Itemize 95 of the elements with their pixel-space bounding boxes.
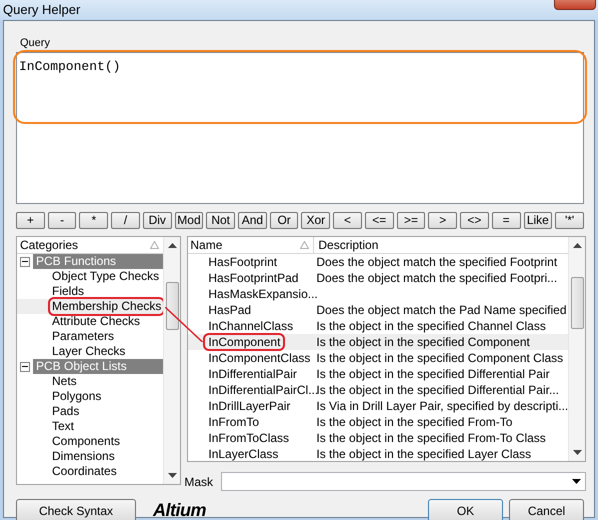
table-cell-text: InDrillLayerPair: [207, 399, 292, 413]
table-row[interactable]: InChannelClass Is the object in the specified Channel Class: [188, 318, 568, 334]
check-syntax-button[interactable]: Check Syntax: [16, 499, 136, 520]
table-cell: Is the object in the specified Channel Class: [316, 319, 546, 333]
table-row[interactable]: HasMaskExpansio...: [188, 286, 568, 302]
table-cell: Does the object match the specified Footpri...: [316, 271, 558, 285]
mask-label: Mask: [184, 474, 214, 490]
query-field[interactable]: InComponent(): [16, 52, 584, 204]
table-cell: Is the object in the specified Component Class: [316, 351, 564, 365]
table-cell: Is the object in the specified From-To Class: [316, 431, 546, 445]
table-row[interactable]: HasFootprintPad Does the object match the specified Footpri...: [188, 270, 568, 286]
column-header[interactable]: Categories: [17, 237, 164, 254]
operator-button[interactable]: Not: [206, 212, 236, 229]
tree-item[interactable]: Dimensions: [50, 449, 117, 464]
operator-button[interactable]: Xor: [301, 212, 330, 229]
header-label: Categories: [20, 237, 78, 254]
scroll-up-icon[interactable]: [168, 243, 177, 248]
column-header[interactable]: Name: [188, 237, 314, 253]
mask-field[interactable]: [221, 472, 586, 491]
table-cell: Is the object in the specified Component: [316, 335, 530, 349]
table-row[interactable]: InComponentClass Is the object in the specified Component Class: [188, 350, 568, 366]
table-cell-text: HasPad: [207, 303, 252, 317]
operator-button[interactable]: Like: [524, 212, 552, 229]
table-row[interactable]: InDifferentialPair Is the object in the specified Differential Pair: [188, 366, 568, 382]
table-row[interactable]: InFromToClass Is the object in the specified From-To Class: [188, 430, 568, 446]
table-cell-text: InComponentClass: [207, 351, 312, 365]
table-row[interactable]: InDifferentialPairCl...Is the object in the specified Differential Pair...: [188, 382, 568, 398]
table-cell: Is the object in the specified Differential Pair: [316, 367, 550, 381]
operator-button[interactable]: +: [16, 212, 45, 229]
table-cell: Is the object in the specified Differential Pair...: [316, 383, 559, 397]
dropdown-arrow-icon: [572, 479, 582, 484]
cancel-button[interactable]: Cancel: [509, 499, 584, 520]
operator-button[interactable]: Div: [142, 212, 172, 229]
operator-button[interactable]: Or: [270, 212, 298, 229]
table-cell-text: HasMaskExpansio...: [207, 287, 319, 301]
table-cell: Does the object match the specified Footprint: [316, 255, 558, 269]
sort-icon: [150, 241, 160, 249]
tree-item[interactable]: Text: [50, 419, 76, 434]
collapse-icon[interactable]: [20, 362, 30, 372]
table-cell: Is the object in the specified Layer Class: [316, 447, 532, 461]
table-cell: Is the object in the specified From-To: [316, 415, 512, 429]
tree-item[interactable]: Pads: [50, 404, 82, 419]
table-row[interactable]: InLayerClass Is the object in the specified Layer Class: [188, 446, 568, 461]
operator-button[interactable]: And: [238, 212, 267, 229]
tree-item[interactable]: Components: [50, 434, 122, 449]
ok-button[interactable]: OK: [428, 499, 503, 520]
table-cell: InComponent: [205, 335, 284, 349]
table-cell-text: HasFootprintPad: [207, 271, 300, 285]
operator-button[interactable]: <: [333, 212, 362, 229]
tree-item[interactable]: Polygons: [50, 389, 104, 404]
operator-button[interactable]: Mod: [174, 212, 204, 229]
tree-item[interactable]: Layer Checks: [50, 344, 128, 359]
operator-button[interactable]: <>: [460, 212, 489, 229]
operator-button[interactable]: -: [48, 212, 76, 229]
scroll-up-icon[interactable]: [572, 243, 582, 248]
operator-button[interactable]: >: [428, 212, 458, 229]
scroll-down-icon[interactable]: [572, 450, 582, 455]
column-header[interactable]: Description: [314, 237, 378, 254]
tree-item[interactable]: Parameters: [50, 329, 116, 344]
window-title: Query Helper: [3, 1, 80, 20]
table-cell: Is Via in Drill Layer Pair, specified by descripti...: [316, 399, 568, 413]
table-cell-text: InChannelClass: [207, 319, 294, 333]
table-cell: Does the object match the Pad Name specified: [316, 303, 567, 317]
operator-button[interactable]: *: [79, 212, 108, 229]
header-label: Name: [190, 237, 222, 254]
tree-group[interactable]: PCB Functions: [33, 254, 164, 269]
table-cell-text: HasFootprint: [207, 255, 278, 269]
query-label: Query: [20, 37, 50, 49]
table-row[interactable]: HasFootprint Does the object match the specified Footprint: [188, 254, 568, 270]
collapse-icon[interactable]: [20, 256, 30, 266]
scroll-down-icon[interactable]: [168, 473, 177, 478]
logo: Altium: [153, 499, 206, 520]
operator-button[interactable]: <=: [364, 212, 394, 229]
operator-button[interactable]: '*': [555, 212, 584, 229]
operator-button[interactable]: >=: [396, 212, 426, 229]
table-cell-text: InLayerClass: [207, 447, 280, 461]
scrollbar-thumb[interactable]: [570, 277, 584, 329]
sort-icon: [300, 241, 310, 249]
table-row[interactable]: HasPad Does the object match the Pad Name specified: [188, 302, 568, 318]
tree-item[interactable]: Fields: [50, 284, 86, 299]
tree-item[interactable]: Attribute Checks: [50, 314, 142, 329]
tree-item[interactable]: Coordinates: [50, 464, 119, 479]
leader-line: [165, 306, 204, 342]
tree-group[interactable]: PCB Object Lists: [33, 359, 164, 374]
table-row[interactable]: InFromTo Is the object in the specified From-To: [188, 414, 568, 430]
tree-item[interactable]: Nets: [50, 374, 79, 389]
table-cell-text: InDifferentialPair: [207, 367, 298, 381]
table-cell-text: InFromTo: [207, 415, 260, 429]
table-row[interactable]: InDrillLayerPair Is Via in Drill Layer Pair, specified by descripti...: [188, 398, 568, 414]
operator-button[interactable]: /: [111, 212, 140, 229]
scrollbar-thumb[interactable]: [166, 282, 179, 330]
table-cell-text: InFromToClass: [207, 431, 290, 445]
operator-button[interactable]: =: [492, 212, 520, 229]
table-row[interactable]: InComponent Is the object in the specified Component: [188, 334, 568, 350]
tree-item[interactable]: Object Type Checks: [50, 269, 162, 284]
